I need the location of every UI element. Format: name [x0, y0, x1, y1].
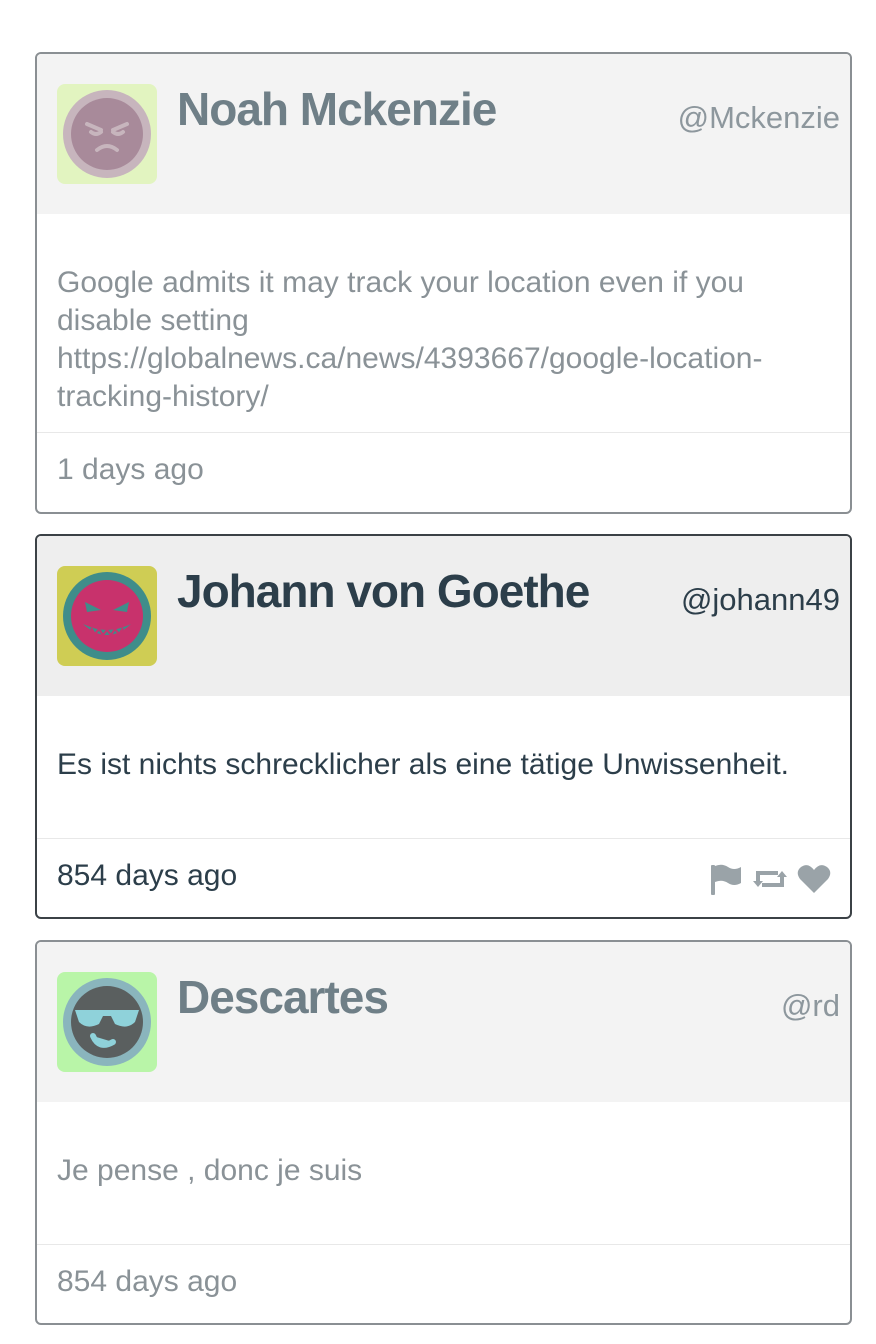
author-handle[interactable]: @Mckenzie	[678, 100, 840, 136]
tweet-text: Es ist nichts schrecklicher als eine tät…	[57, 748, 789, 781]
author-name[interactable]: Descartes	[177, 970, 389, 1024]
timestamp: 854 days ago	[57, 1265, 238, 1298]
tweet-footer: 854 days ago	[37, 838, 850, 916]
tweet-footer: 854 days ago	[37, 1244, 850, 1322]
tweet-card[interactable]: Descartes @rd Je pense , donc je suis 85…	[35, 940, 852, 1325]
author-name[interactable]: Noah Mckenzie	[177, 82, 497, 136]
avatar[interactable]	[57, 566, 157, 666]
timestamp: 854 days ago	[57, 859, 238, 892]
tweet-card[interactable]: Noah Mckenzie @Mckenzie Google admits it…	[35, 52, 852, 514]
tweet-header: Descartes @rd	[37, 942, 850, 1102]
tweet-actions	[708, 861, 832, 897]
tweet-text: Google admits it may track your location…	[57, 266, 763, 413]
author-handle[interactable]: @johann49	[681, 582, 840, 618]
timestamp: 1 days ago	[57, 453, 204, 486]
avatar[interactable]	[57, 84, 157, 184]
avatar[interactable]	[57, 972, 157, 1072]
sunglasses-face-icon	[57, 972, 157, 1072]
tweet-text: Je pense , donc je suis	[57, 1154, 363, 1187]
author-name[interactable]: Johann von Goethe	[177, 564, 590, 618]
retweet-icon[interactable]	[752, 861, 788, 897]
tweet-card[interactable]: Johann von Goethe @johann49 Es ist nicht…	[35, 534, 852, 919]
tweet-header: Johann von Goethe @johann49	[37, 536, 850, 696]
tweet-footer: 1 days ago	[37, 432, 850, 510]
evil-grin-face-icon	[57, 566, 157, 666]
tweet-header: Noah Mckenzie @Mckenzie	[37, 54, 850, 214]
grumpy-face-icon	[57, 84, 157, 184]
author-handle[interactable]: @rd	[781, 988, 840, 1024]
flag-icon[interactable]	[708, 861, 744, 897]
heart-icon[interactable]	[796, 861, 832, 897]
